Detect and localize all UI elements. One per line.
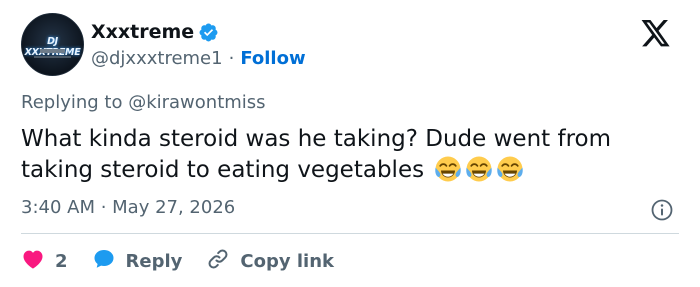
author-name-row: Xxxtreme [91,19,219,45]
like-button[interactable]: 2 [21,247,68,276]
divider [21,233,679,234]
heart-icon [21,247,45,276]
face-with-tears-of-joy-icon [465,155,493,183]
speech-bubble-icon [92,247,116,276]
copy-link-label: Copy link [240,250,334,272]
author-display-name[interactable]: Xxxtreme [91,21,194,43]
x-logo-icon[interactable] [641,20,671,47]
verified-badge-icon [198,22,219,43]
action-bar: 2 Reply Copy link [21,246,334,276]
info-icon[interactable] [650,198,674,222]
like-count: 2 [55,250,68,272]
separator-dot: · [228,48,235,69]
follow-button[interactable]: Follow [240,48,305,69]
avatar-logo-text: DJ XXXTREME [25,36,81,58]
author-handle-row: @djxxxtreme1 · Follow [91,48,306,69]
avatar[interactable]: DJ XXXTREME [21,13,84,76]
face-with-tears-of-joy-icon [496,155,524,183]
link-icon [206,247,230,276]
avatar-logo-bar [40,49,65,53]
avatar-logo-line [34,56,71,58]
reply-context[interactable]: Replying to @kirawontmiss [21,92,266,113]
copy-link-button[interactable]: Copy link [206,247,334,276]
tweet-timestamp[interactable]: 3:40 AM · May 27, 2026 [21,197,235,218]
reply-button[interactable]: Reply [92,247,183,276]
reply-label: Reply [125,250,183,272]
face-with-tears-of-joy-icon [434,155,462,183]
tweet-text: What kinda steroid was he taking? Dude w… [21,124,686,186]
author-handle[interactable]: @djxxxtreme1 [91,48,223,69]
